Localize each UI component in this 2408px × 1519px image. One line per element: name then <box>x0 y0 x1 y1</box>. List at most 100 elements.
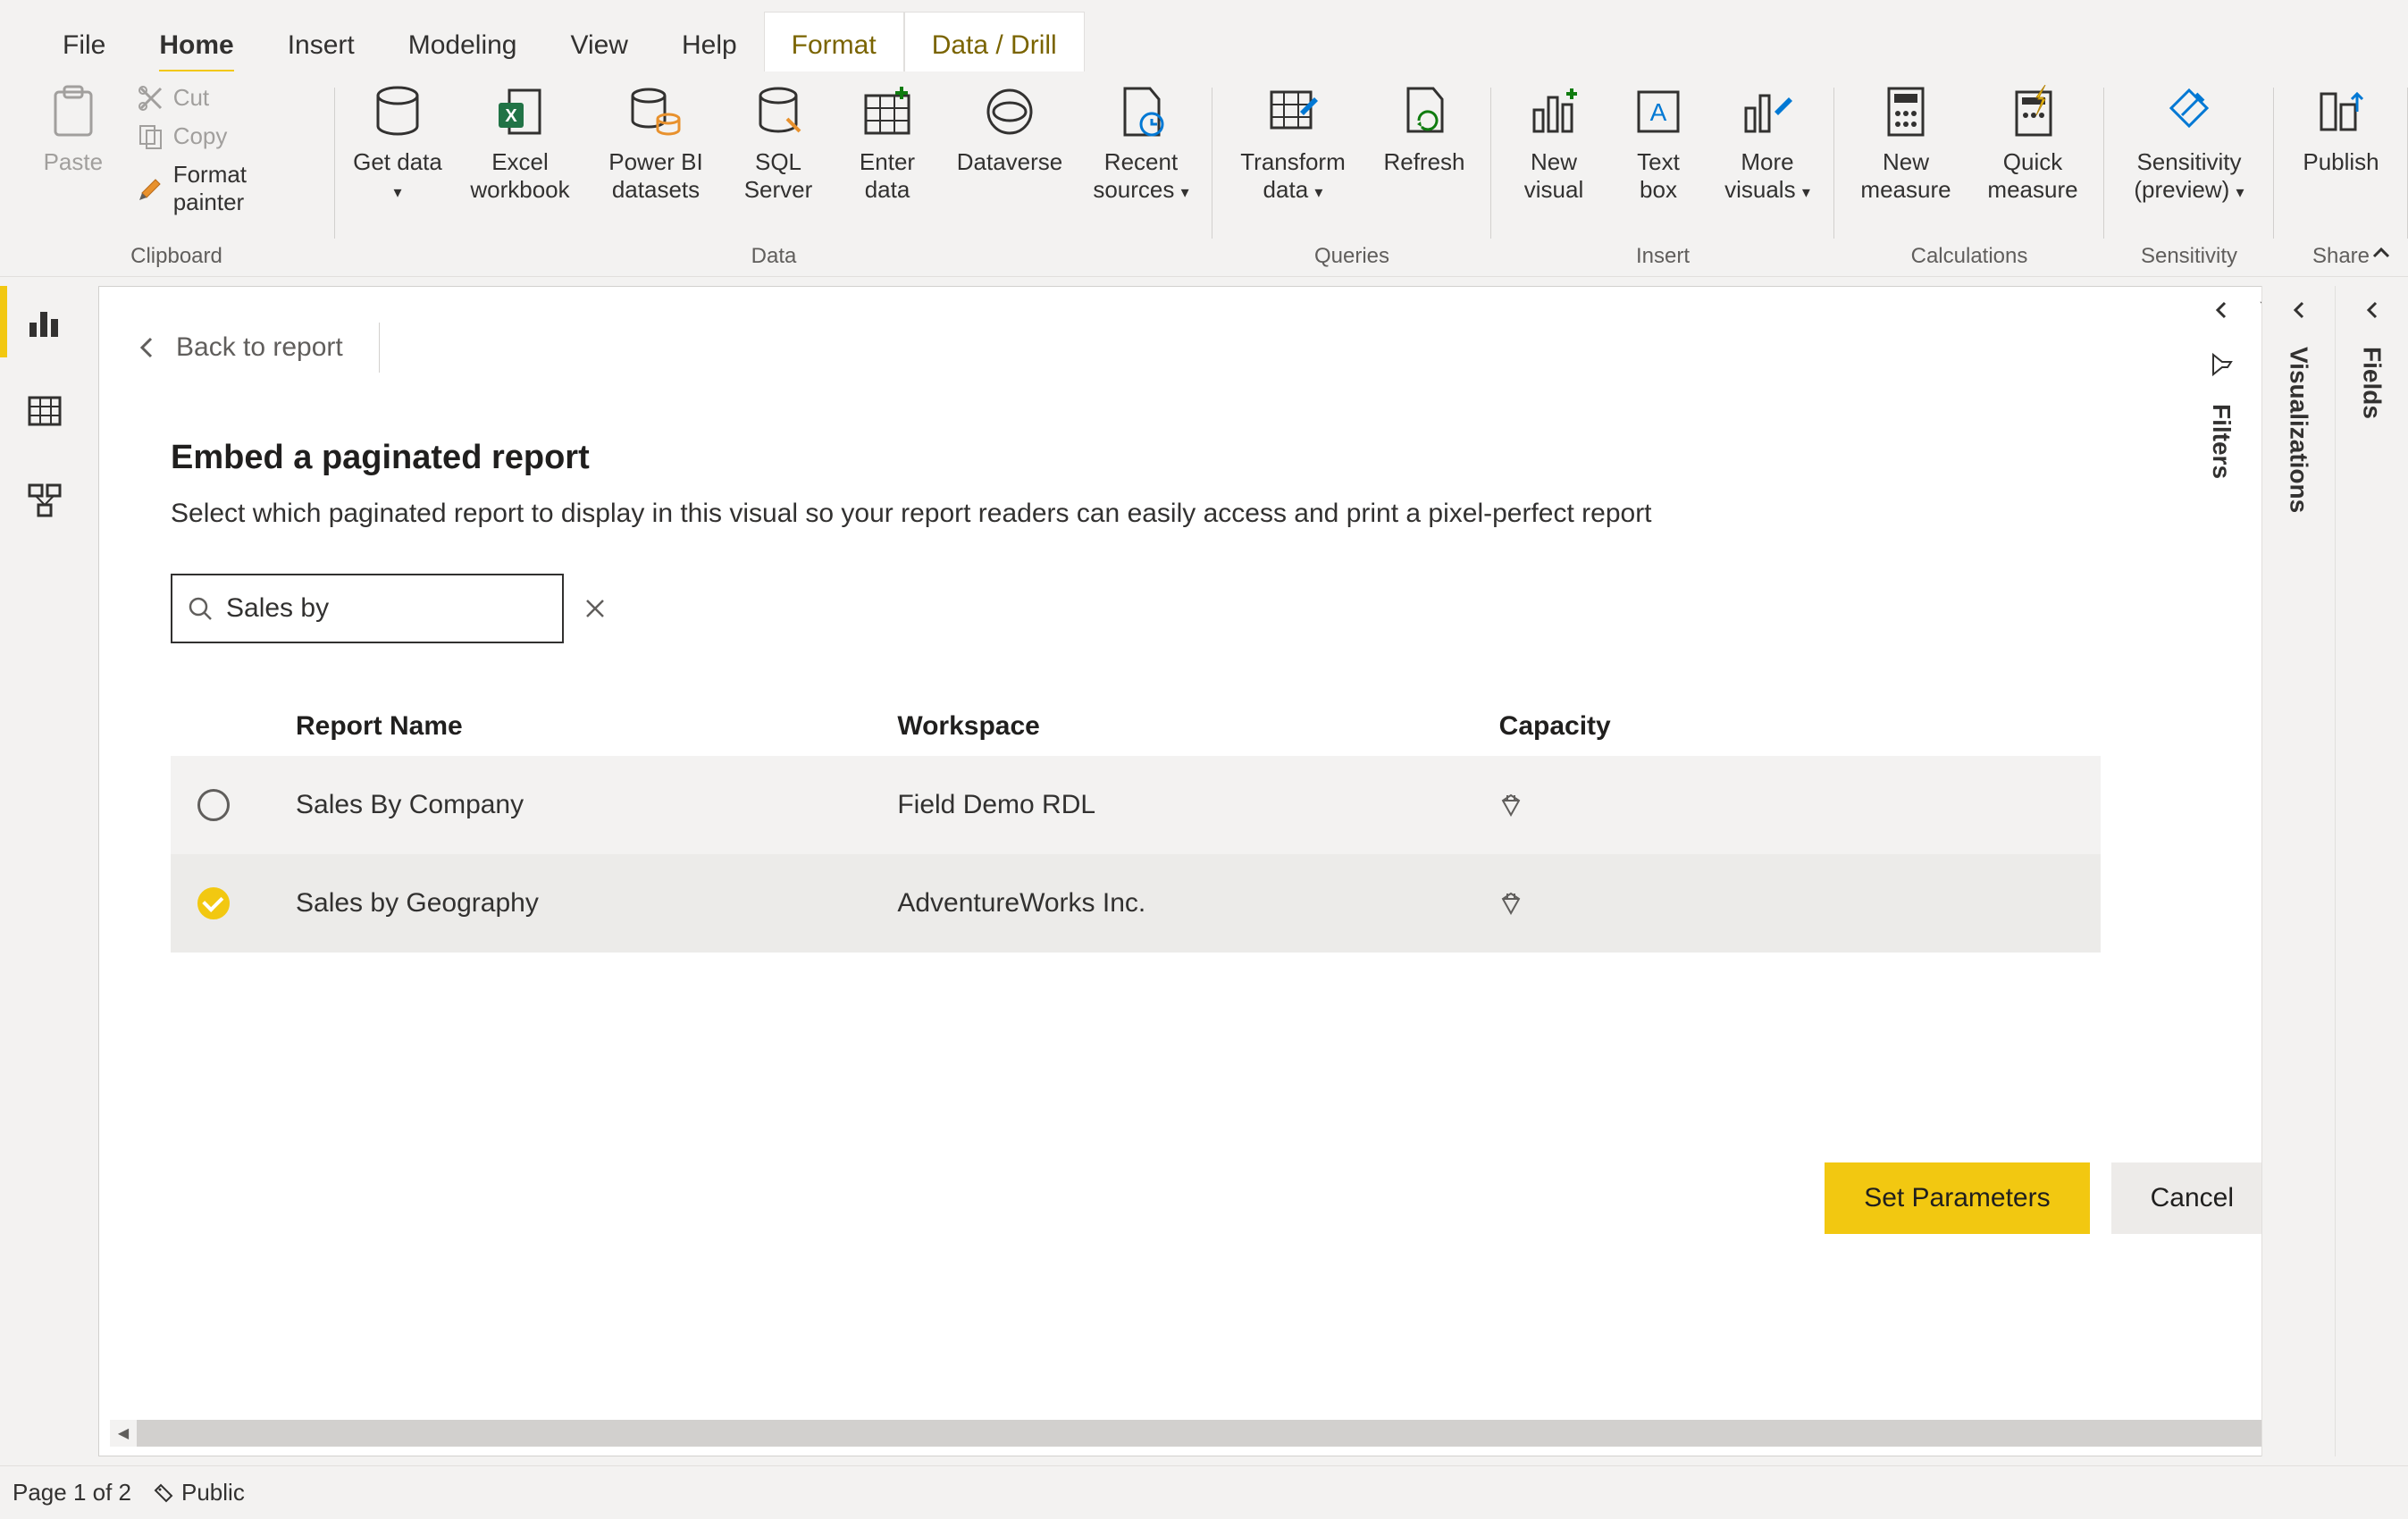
ribbon: Paste Cut Copy Format painter Clipboard <box>0 71 2408 277</box>
grid-plus-icon <box>860 80 914 143</box>
cut-button[interactable]: Cut <box>130 80 317 115</box>
cut-label: Cut <box>173 84 209 112</box>
menu-tab-modeling[interactable]: Modeling <box>382 13 544 71</box>
sensitivity-label: Sensitivity (preview) ▾ <box>2122 148 2256 204</box>
dataverse-icon <box>983 80 1036 143</box>
filter-pane-icon <box>2209 352 2234 377</box>
report-view-button[interactable] <box>0 277 89 366</box>
diamond-icon <box>1499 793 2101 817</box>
text-box-button[interactable]: A Text box <box>1618 80 1699 204</box>
set-parameters-button[interactable]: Set Parameters <box>1825 1162 2089 1234</box>
publish-icon <box>2314 80 2368 143</box>
col-capacity: Capacity <box>1499 711 2101 742</box>
more-visuals-button[interactable]: More visuals ▾ <box>1718 80 1816 204</box>
svg-text:X: X <box>505 106 517 126</box>
menu-tab-data-drill[interactable]: Data / Drill <box>904 12 1085 71</box>
dataverse-button[interactable]: Dataverse <box>952 80 1068 176</box>
back-to-report-link[interactable]: Back to report <box>135 323 380 373</box>
excel-button[interactable]: X Excel workbook <box>462 80 578 204</box>
excel-icon: X <box>495 80 545 143</box>
copy-label: Copy <box>173 122 228 150</box>
copy-button[interactable]: Copy <box>130 119 317 154</box>
get-data-button[interactable]: Get data ▾ <box>353 80 442 204</box>
ribbon-group-sensitivity: Sensitivity (preview) ▾ Sensitivity <box>2104 71 2274 276</box>
quick-measure-label: Quick measure <box>1979 148 2086 204</box>
format-painter-button[interactable]: Format painter <box>130 157 317 220</box>
ribbon-group-data: Get data ▾ X Excel workbook Power BI dat… <box>335 71 1212 276</box>
sensitivity-button[interactable]: Sensitivity (preview) ▾ <box>2122 80 2256 204</box>
pbi-datasets-button[interactable]: Power BI datasets <box>598 80 714 204</box>
sensitivity-group-label: Sensitivity <box>2141 239 2237 269</box>
filters-label: Filters <box>2207 404 2236 479</box>
menu-tab-help[interactable]: Help <box>655 13 764 71</box>
cell-report-name: Sales by Geography <box>296 888 897 919</box>
refresh-label: Refresh <box>1383 148 1464 176</box>
publish-button[interactable]: Publish <box>2292 80 2390 176</box>
menu-tab-view[interactable]: View <box>543 13 654 71</box>
ribbon-group-clipboard: Paste Cut Copy Format painter Clipboard <box>18 71 335 276</box>
transform-data-button[interactable]: Transform data ▾ <box>1230 80 1355 204</box>
svg-text:A: A <box>1650 98 1667 126</box>
data-view-button[interactable] <box>0 366 89 456</box>
fields-label: Fields <box>2358 347 2387 419</box>
radio-selected[interactable] <box>197 887 230 919</box>
filters-pane[interactable]: Filters <box>2181 286 2261 1456</box>
search-input[interactable] <box>226 593 571 624</box>
recent-label: Recent sources ▾ <box>1087 148 1195 204</box>
insert-group-label: Insert <box>1636 239 1690 269</box>
horizontal-scrollbar[interactable]: ◀ ▶ <box>110 1420 2343 1447</box>
model-view-button[interactable] <box>0 456 89 545</box>
menu-tab-home[interactable]: Home <box>132 13 260 71</box>
ribbon-group-insert: New visual A Text box More visuals ▾ Ins… <box>1491 71 1834 276</box>
data-group-label: Data <box>751 239 797 269</box>
scroll-track[interactable] <box>137 1420 2316 1447</box>
clipboard-icon <box>50 80 96 143</box>
table-icon <box>26 392 63 430</box>
fields-pane[interactable]: Fields <box>2335 286 2408 1456</box>
ribbon-group-calculations: New measure Quick measure Calculations <box>1834 71 2104 276</box>
paste-button[interactable]: Paste <box>36 80 111 176</box>
menu-tab-file[interactable]: File <box>36 13 132 71</box>
sensitivity-status[interactable]: Public <box>153 1479 245 1506</box>
chevron-left-icon[interactable] <box>2289 300 2309 320</box>
quick-measure-button[interactable]: Quick measure <box>1979 80 2086 204</box>
result-table: Report Name Workspace Capacity Sales By … <box>171 697 2101 953</box>
visualizations-pane[interactable]: Visualizations <box>2261 286 2335 1456</box>
result-row[interactable]: Sales By Company Field Demo RDL <box>171 756 2101 854</box>
result-row[interactable]: Sales by Geography AdventureWorks Inc. <box>171 854 2101 953</box>
recent-file-icon <box>1116 80 1166 143</box>
sql-server-button[interactable]: SQL Server <box>734 80 823 204</box>
clear-search-button[interactable] <box>583 597 607 620</box>
view-rail <box>0 277 89 545</box>
menu-bar: File Home Insert Modeling View Help Form… <box>0 0 2408 71</box>
visualizations-label: Visualizations <box>2285 347 2313 513</box>
menu-tab-insert[interactable]: Insert <box>261 13 382 71</box>
chevron-left-icon[interactable] <box>2211 300 2231 320</box>
grid-pencil-icon <box>1266 80 1320 143</box>
chevron-left-icon[interactable] <box>2362 300 2382 320</box>
enter-data-button[interactable]: Enter data <box>843 80 932 204</box>
new-measure-button[interactable]: New measure <box>1852 80 1959 204</box>
sql-label: SQL Server <box>734 148 823 204</box>
radio-unselected[interactable] <box>197 789 230 821</box>
page-indicator[interactable]: Page 1 of 2 <box>13 1479 131 1506</box>
cell-capacity <box>1499 793 2101 817</box>
publish-label: Publish <box>2303 148 2379 176</box>
scroll-left-arrow[interactable]: ◀ <box>110 1420 137 1447</box>
search-box[interactable] <box>171 574 564 643</box>
transform-label: Transform data ▾ <box>1230 148 1355 204</box>
new-visual-label: New visual <box>1509 148 1598 204</box>
get-data-label: Get data ▾ <box>353 148 442 204</box>
cell-workspace: Field Demo RDL <box>897 790 1498 820</box>
panel-title: Embed a paginated report <box>171 439 2300 477</box>
ribbon-collapse-button[interactable] <box>2363 235 2399 271</box>
refresh-button[interactable]: Refresh <box>1375 80 1473 176</box>
text-box-label: Text box <box>1618 148 1699 204</box>
model-icon <box>26 482 63 519</box>
recent-sources-button[interactable]: Recent sources ▾ <box>1087 80 1195 204</box>
chevron-up-icon <box>2370 242 2392 264</box>
queries-group-label: Queries <box>1314 239 1389 269</box>
menu-tab-format[interactable]: Format <box>764 12 904 71</box>
excel-label: Excel workbook <box>462 148 578 204</box>
new-visual-button[interactable]: New visual <box>1509 80 1598 204</box>
